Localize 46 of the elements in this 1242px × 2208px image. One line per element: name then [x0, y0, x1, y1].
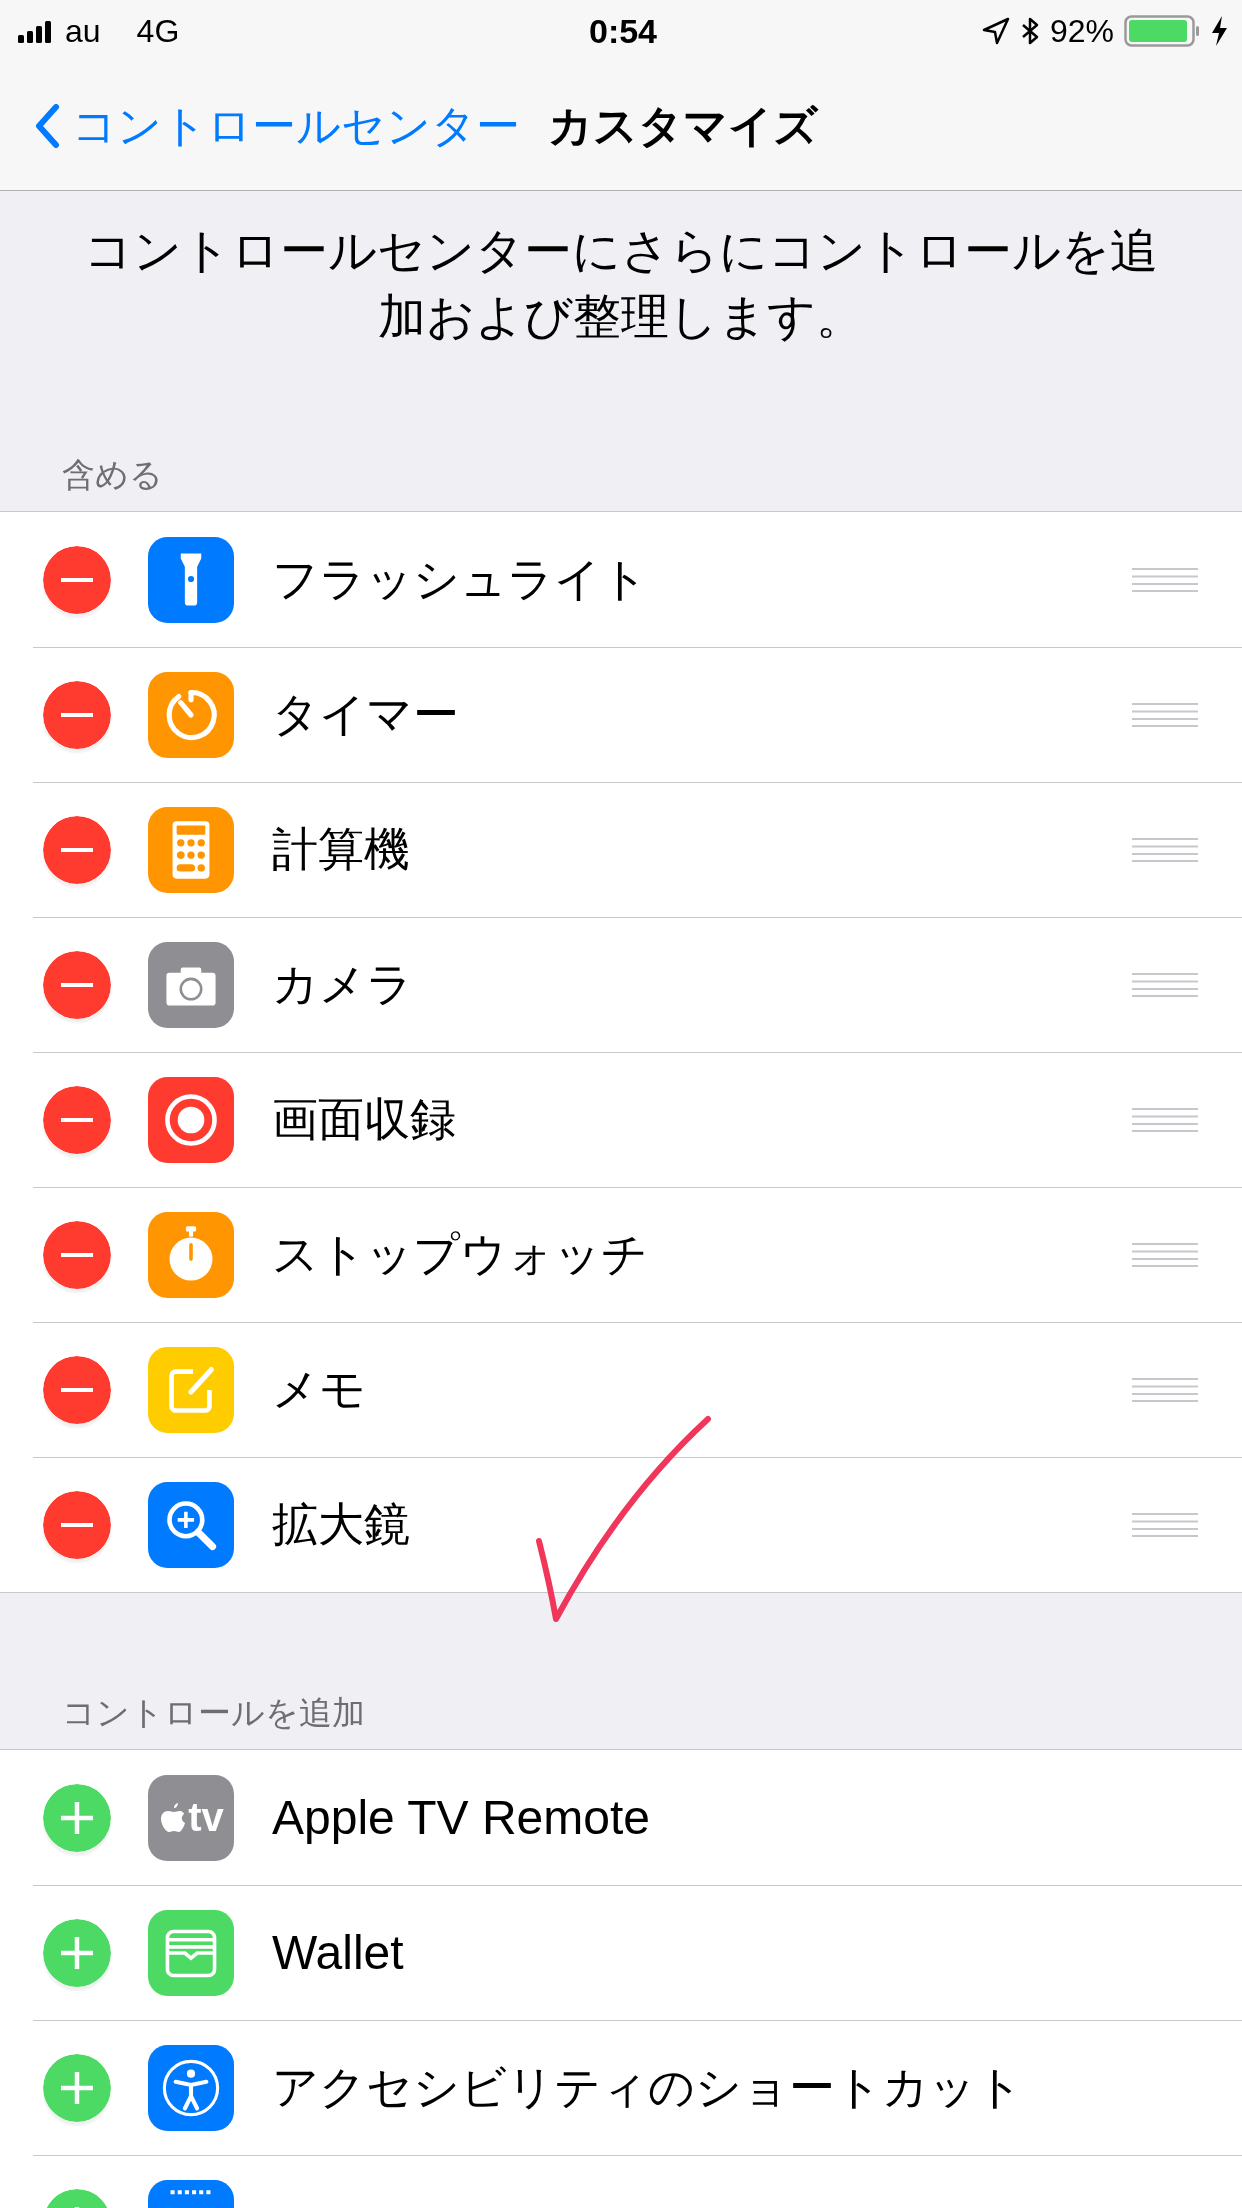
- drag-handle-icon[interactable]: [1132, 701, 1198, 728]
- drag-handle-icon[interactable]: [1132, 836, 1198, 863]
- battery-icon: [1124, 15, 1200, 47]
- apple-logo-icon: [158, 1802, 187, 1833]
- drag-handle-icon[interactable]: [1132, 566, 1198, 593]
- remove-button[interactable]: [43, 815, 111, 884]
- page-title: カスタマイズ: [548, 98, 818, 153]
- remove-button[interactable]: [43, 950, 111, 1019]
- carrier-name: au: [65, 12, 101, 50]
- battery-percent: 92%: [1049, 12, 1114, 50]
- drag-handle-icon[interactable]: [1132, 1106, 1198, 1133]
- control-name: フラッシュライト: [272, 550, 648, 608]
- description-text: コントロールセンターにさらにコントロールを追加および整理します。: [83, 221, 1159, 346]
- control-name: ストップウォッチ: [272, 1225, 648, 1283]
- back-button[interactable]: コントロールセンター: [34, 96, 520, 156]
- remove-button[interactable]: [43, 1490, 111, 1559]
- control-name: Apple TV Remote: [272, 1790, 650, 1845]
- drag-handle-icon[interactable]: [1132, 971, 1198, 998]
- drag-handle-icon[interactable]: [1132, 1241, 1198, 1268]
- signal-icon: [18, 19, 51, 43]
- clock-time: 0:54: [588, 11, 658, 51]
- remove-button[interactable]: [43, 1220, 111, 1289]
- drag-handle-icon[interactable]: [1132, 1511, 1198, 1538]
- location-icon: [981, 17, 1010, 45]
- section-header: コントロールを追加: [61, 1692, 366, 1734]
- network-type: 4G: [136, 12, 180, 50]
- control-name: アクセシビリティのショートカット: [272, 2058, 1023, 2116]
- control-name: カメラ: [272, 955, 413, 1013]
- control-name: 拡大鏡: [272, 1495, 410, 1553]
- section-header: 含める: [61, 454, 164, 496]
- remove-button[interactable]: [43, 680, 111, 749]
- remove-button[interactable]: [43, 1085, 111, 1154]
- chevron-left-icon: [34, 104, 60, 148]
- add-button[interactable]: [43, 1783, 111, 1852]
- remove-button[interactable]: [43, 545, 111, 614]
- control-name: Wallet: [272, 1925, 404, 1980]
- add-button[interactable]: [43, 2053, 111, 2122]
- control-name: タイマー: [272, 685, 459, 743]
- charging-icon: [1210, 16, 1228, 46]
- drag-handle-icon[interactable]: [1132, 1376, 1198, 1403]
- control-name: 画面収録: [272, 1090, 456, 1148]
- add-button[interactable]: [43, 1918, 111, 1987]
- icon-label: tv: [188, 1795, 224, 1840]
- control-name: メモ: [272, 1360, 366, 1418]
- control-name: 計算機: [272, 820, 410, 878]
- remove-button[interactable]: [43, 1355, 111, 1424]
